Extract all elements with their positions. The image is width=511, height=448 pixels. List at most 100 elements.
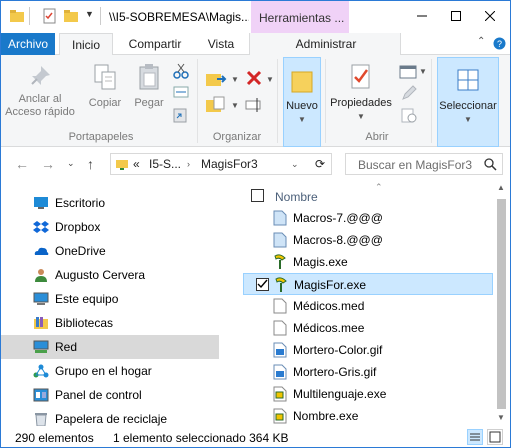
nav-item[interactable]: Augusto Cervera <box>1 263 219 287</box>
onedrive-icon <box>34 247 49 255</box>
select-all-checkbox[interactable] <box>251 189 264 202</box>
column-header-name[interactable]: Nombre <box>249 187 493 207</box>
delete-icon[interactable] <box>245 69 263 87</box>
close-button[interactable] <box>473 1 507 31</box>
copy-button[interactable]: Copiar <box>85 63 125 110</box>
copy-icon <box>94 64 116 90</box>
copy-path-icon[interactable] <box>173 85 189 99</box>
network-icon <box>33 340 49 353</box>
history-icon[interactable] <box>401 107 417 123</box>
forward-arrow-icon[interactable]: → <box>41 156 55 172</box>
homegroup-icon <box>33 364 49 378</box>
list-item[interactable]: Macros-8.@@@ <box>243 229 493 251</box>
copy-to-icon[interactable] <box>205 95 229 115</box>
address-bar[interactable]: « I5-S... › MagisFor3 ⌄ ⟳ <box>110 153 332 175</box>
pin-quick-access-button[interactable]: Anclar al Acceso rápido <box>5 63 75 119</box>
scrollbar-thumb[interactable] <box>497 199 506 409</box>
tab-manage[interactable]: Administrar <box>281 33 371 55</box>
search-box[interactable]: Buscar en MagisFor3 <box>345 153 503 175</box>
properties-button[interactable]: Propiedades ▼ <box>327 63 395 123</box>
breadcrumb-separator-icon[interactable]: › <box>187 159 190 169</box>
scroll-down-icon[interactable]: ▼ <box>497 413 505 422</box>
new-button[interactable]: Nuevo ▼ <box>283 57 321 147</box>
list-item[interactable]: Médicos.mee <box>243 317 493 339</box>
open-icon[interactable] <box>399 65 417 79</box>
nav-item[interactable]: OneDrive <box>1 239 219 263</box>
recent-locations-icon[interactable]: ⌄ <box>67 158 75 169</box>
list-item[interactable]: MagisFor.exe <box>243 273 493 295</box>
blank-file-icon <box>273 298 287 314</box>
explorer-window: ▼ \\I5-SOBREMESA\Magis... Herramientas .… <box>0 0 511 448</box>
nav-item[interactable]: Dropbox <box>1 215 219 239</box>
search-icon <box>484 158 497 171</box>
customize-quick-access-icon[interactable]: ▼ <box>85 9 94 19</box>
edit-icon[interactable] <box>401 85 417 101</box>
nav-item[interactable]: Este equipo <box>1 287 219 311</box>
breadcrumb-item[interactable]: MagisFor3 <box>201 157 258 171</box>
dropbox-icon <box>33 221 49 233</box>
title-bar: ▼ \\I5-SOBREMESA\Magis... Herramientas .… <box>1 1 510 33</box>
select-all-icon <box>457 69 479 91</box>
new-label: Nuevo <box>286 100 318 112</box>
help-icon[interactable]: ? <box>493 37 506 50</box>
breadcrumb-item[interactable]: I5-S... <box>149 157 181 171</box>
select-label: Seleccionar <box>439 100 497 112</box>
tab-home[interactable]: Inicio <box>59 33 113 56</box>
address-dropdown-icon[interactable]: ⌄ <box>291 159 299 170</box>
tab-share[interactable]: Compartir <box>117 33 193 55</box>
scroll-up-icon[interactable]: ▲ <box>497 183 505 192</box>
list-item[interactable]: Macros-7.@@@ <box>243 207 493 229</box>
move-to-dropdown-icon[interactable]: ▼ <box>231 75 239 84</box>
properties-quick-icon[interactable] <box>43 8 57 24</box>
nav-item[interactable]: Grupo en el hogar <box>1 359 219 383</box>
refresh-icon[interactable]: ⟳ <box>315 157 325 171</box>
nav-item[interactable]: Panel de control <box>1 383 219 407</box>
ribbon: Anclar al Acceso rápido Copiar Pegar Por… <box>1 55 510 147</box>
separator <box>197 59 198 143</box>
back-arrow-icon[interactable]: ← <box>15 156 29 172</box>
minimize-button[interactable] <box>405 1 439 31</box>
up-arrow-icon[interactable]: ↑ <box>87 156 94 172</box>
list-item[interactable]: Magis.exe <box>243 251 493 273</box>
large-icons-view-button[interactable] <box>487 429 503 445</box>
tab-file[interactable]: Archivo <box>1 33 55 55</box>
recycle-bin-icon <box>35 413 47 426</box>
folder-icon <box>10 10 24 22</box>
checkmark-icon <box>257 279 268 289</box>
status-bar: 290 elementos 1 elemento seleccionado 36… <box>1 427 510 447</box>
maximize-button[interactable] <box>439 1 473 31</box>
nav-item[interactable]: Red <box>1 335 219 359</box>
new-folder-quick-icon[interactable] <box>63 8 79 24</box>
select-button[interactable]: Seleccionar ▼ <box>437 57 499 147</box>
nav-item[interactable]: Papelera de reciclaje <box>1 407 219 427</box>
properties-dropdown-icon: ▼ <box>357 112 365 121</box>
list-item[interactable]: Nombre.exe <box>243 405 493 427</box>
list-item[interactable]: Médicos.med <box>243 295 493 317</box>
navigation-pane: Escritorio Dropbox OneDrive Augusto Cerv… <box>1 183 219 427</box>
collapse-ribbon-icon[interactable]: ⌃ <box>477 36 485 47</box>
tab-view[interactable]: Vista <box>197 33 245 55</box>
network-folder-icon <box>116 160 128 170</box>
row-checkbox[interactable] <box>256 278 269 291</box>
paste-shortcut-icon[interactable] <box>173 107 187 123</box>
list-item[interactable]: Mortero-Color.gif <box>243 339 493 361</box>
breadcrumb-overflow[interactable]: « <box>133 157 140 171</box>
paste-button[interactable]: Pegar <box>129 63 169 110</box>
nav-item[interactable]: Bibliotecas <box>1 311 219 335</box>
computer-icon <box>33 292 49 305</box>
nav-item[interactable]: Escritorio <box>1 191 219 215</box>
list-item[interactable]: Mortero-Gris.gif <box>243 361 493 383</box>
vertical-scrollbar[interactable]: ▲ ▼ <box>493 179 510 427</box>
rename-icon[interactable] <box>245 97 263 113</box>
list-item[interactable]: Multilenguaje.exe <box>243 383 493 405</box>
clipboard-group-label: Portapapeles <box>68 131 134 143</box>
copy-to-dropdown-icon[interactable]: ▼ <box>231 101 239 110</box>
cut-icon[interactable] <box>173 63 189 79</box>
details-view-button[interactable] <box>467 429 483 445</box>
delete-dropdown-icon[interactable]: ▼ <box>266 75 274 84</box>
magis-exe-icon <box>275 277 287 292</box>
open-dropdown-icon[interactable]: ▼ <box>419 67 427 76</box>
file-list: Nombre Macros-7.@@@ Macros-8.@@@ Magis.e… <box>241 183 493 427</box>
move-to-icon[interactable] <box>205 69 229 89</box>
libraries-icon <box>34 317 48 329</box>
